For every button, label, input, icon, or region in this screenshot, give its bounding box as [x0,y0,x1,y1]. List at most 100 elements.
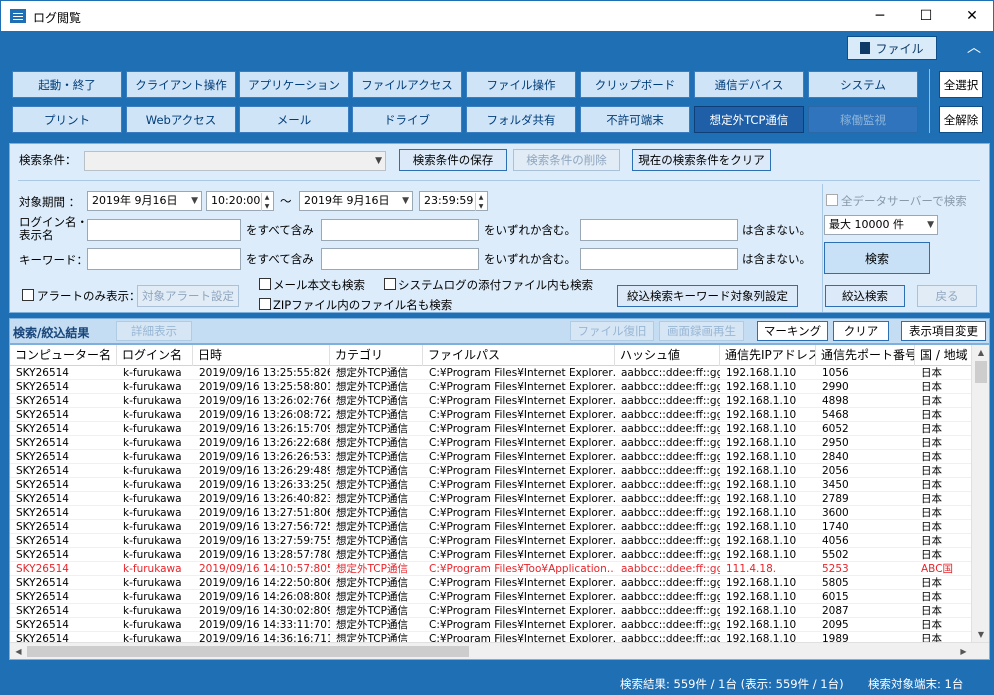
keyword-not-input[interactable] [580,248,738,270]
column-header[interactable]: カテゴリ [330,345,423,366]
keyword-any-input[interactable] [321,248,479,270]
category-button[interactable]: Webアクセス [126,106,236,133]
login-not-input[interactable] [580,219,738,241]
all-servers-checkbox[interactable] [826,194,838,206]
table-row[interactable]: SKY26514 k-furukawa 2019/09/16 13:28:57:78… [10,548,972,562]
file-menu-button[interactable]: ファイル [847,36,937,60]
keyword-columns-button[interactable]: 絞込検索キーワード対象列設定 [617,285,798,307]
column-header[interactable]: ファイルパス [423,345,615,366]
close-button[interactable]: ✕ [949,1,994,31]
category-button[interactable]: 不許可端末 [580,106,690,133]
table-cell: 192.168.1.10 [726,577,797,589]
minimize-button[interactable]: ─ [857,1,903,31]
scroll-thumb[interactable] [27,646,469,657]
table-row[interactable]: SKY26514 k-furukawa 2019/09/16 13:26:40:82… [10,492,972,506]
table-row[interactable]: SKY26514 k-furukawa 2019/09/16 13:25:58:80… [10,380,972,394]
column-header[interactable]: 通信先IPアドレス [720,345,816,366]
table-row[interactable]: SKY26514 k-furukawa 2019/09/16 13:26:15:70… [10,422,972,436]
time-from-spinner[interactable]: 10:20:00 ▲ ▼ [206,191,274,211]
table-row[interactable]: SKY26514 k-furukawa 2019/09/16 13:26:22:68… [10,436,972,450]
category-button[interactable]: ファイルアクセス [352,71,462,98]
maximize-button[interactable]: ☐ [903,1,949,31]
detail-button[interactable]: 詳細表示 [116,321,192,341]
columns-change-button[interactable]: 表示項目変更 [901,321,986,341]
chevron-up-icon[interactable]: ︿ [964,38,984,58]
clear-button[interactable]: クリア [833,321,889,341]
search-button[interactable]: 検索 [824,242,930,274]
scroll-up-icon[interactable]: ▲ [972,345,989,361]
marking-button[interactable]: マーキング [757,321,828,341]
category-button[interactable]: ファイル操作 [466,71,576,98]
category-button[interactable]: 通信デバイス [694,71,804,98]
deselect-all-button[interactable]: 全解除 [939,106,983,133]
date-from-picker[interactable]: 2019年 9月16日 ▼ [87,191,202,211]
chevron-down-icon: ▼ [191,196,198,206]
scroll-thumb[interactable] [975,361,987,383]
scroll-right-icon[interactable]: ▶ [955,643,972,659]
column-header[interactable]: 国 / 地域 [915,345,972,366]
column-header[interactable]: ログイン名 [117,345,193,366]
table-row[interactable]: SKY26514 k-furukawa 2019/09/16 13:25:55:82… [10,366,972,380]
table-cell: 日本 [921,507,942,519]
vertical-scrollbar[interactable]: ▲ ▼ [971,345,989,643]
refine-search-button[interactable]: 絞込検索 [825,285,905,307]
time-to-value: 23:59:59 [424,194,474,207]
max-count-select[interactable]: 最大 10000 件 ▼ [824,215,938,235]
table-cell: k-furukawa [123,605,182,617]
horizontal-scrollbar[interactable]: ◀ ▶ [10,642,989,659]
table-row[interactable]: SKY26514 k-furukawa 2019/09/16 13:26:26:53… [10,450,972,464]
category-button[interactable]: フォルダ共有 [466,106,576,133]
screen-play-button[interactable]: 画面録画再生 [659,321,744,341]
syslog-attach-checkbox[interactable] [384,278,396,290]
category-button[interactable]: システム [808,71,918,98]
spinner-icon[interactable]: ▲ ▼ [261,193,272,211]
column-header[interactable]: 通信先ポート番号 [816,345,915,366]
category-button[interactable]: 稼働監視 [808,106,918,133]
zip-names-checkbox[interactable] [259,298,271,310]
alert-settings-button[interactable]: 対象アラート設定 [137,285,239,307]
table-row[interactable]: SKY26514 k-furukawa 2019/09/16 13:27:51:80… [10,506,972,520]
select-all-button[interactable]: 全選択 [939,71,983,98]
clear-condition-button[interactable]: 現在の検索条件をクリア [632,149,771,171]
keyword-all-input[interactable] [87,248,241,270]
category-button[interactable]: 起動・終了 [12,71,122,98]
category-button[interactable]: クリップボード [580,71,690,98]
category-button[interactable]: 想定外TCP通信 [694,106,804,133]
table-row[interactable]: SKY26514 k-furukawa 2019/09/16 13:27:56:72… [10,520,972,534]
category-button[interactable]: アプリケーション [239,71,349,98]
category-button[interactable]: ドライブ [352,106,462,133]
back-button[interactable]: 戻る [917,285,977,307]
category-button[interactable]: クライアント操作 [126,71,236,98]
table-row[interactable]: SKY26514 k-furukawa 2019/09/16 13:26:33:25… [10,478,972,492]
table-row[interactable]: SKY26514 k-furukawa 2019/09/16 13:26:02:76… [10,394,972,408]
table-cell: aabbcc::ddee:ff::gg [621,451,720,463]
table-row[interactable]: SKY26514 k-furukawa 2019/09/16 13:27:59:75… [10,534,972,548]
table-row[interactable]: SKY26514 k-furukawa 2019/09/16 14:22:50:80… [10,576,972,590]
table-cell: 2019/09/16 14:33:11:701 [199,619,330,631]
time-to-spinner[interactable]: 23:59:59 ▲ ▼ [419,191,488,211]
table-row[interactable]: SKY26514 k-furukawa 2019/09/16 13:26:29:48… [10,464,972,478]
save-condition-button[interactable]: 検索条件の保存 [399,149,507,171]
file-restore-button[interactable]: ファイル復旧 [570,321,654,341]
table-row[interactable]: SKY26514 k-furukawa 2019/09/16 13:26:08:72… [10,408,972,422]
scroll-down-icon[interactable]: ▼ [972,627,989,643]
column-header[interactable]: 日時 [193,345,330,366]
date-to-picker[interactable]: 2019年 9月16日 ▼ [299,191,413,211]
category-button[interactable]: メール [239,106,349,133]
table-row[interactable]: SKY26514 k-furukawa 2019/09/16 14:10:57:80… [10,562,972,576]
login-any-input[interactable] [321,219,479,241]
login-all-input[interactable] [87,219,241,241]
column-header[interactable]: ハッシュ値 [615,345,720,366]
scroll-left-icon[interactable]: ◀ [10,643,27,659]
alert-only-checkbox[interactable] [22,289,34,301]
table-cell: aabbcc::ddee:ff::gg [621,549,720,561]
category-button[interactable]: プリント [12,106,122,133]
column-header[interactable]: コンピューター名 [10,345,117,366]
table-row[interactable]: SKY26514 k-furukawa 2019/09/16 14:33:11:70… [10,618,972,632]
mail-body-checkbox[interactable] [259,278,271,290]
condition-select[interactable]: ▼ [84,151,386,171]
delete-condition-button[interactable]: 検索条件の削除 [513,149,620,171]
spinner-icon[interactable]: ▲ ▼ [475,193,486,211]
table-row[interactable]: SKY26514 k-furukawa 2019/09/16 14:26:08:80… [10,590,972,604]
table-row[interactable]: SKY26514 k-furukawa 2019/09/16 14:30:02:80… [10,604,972,618]
